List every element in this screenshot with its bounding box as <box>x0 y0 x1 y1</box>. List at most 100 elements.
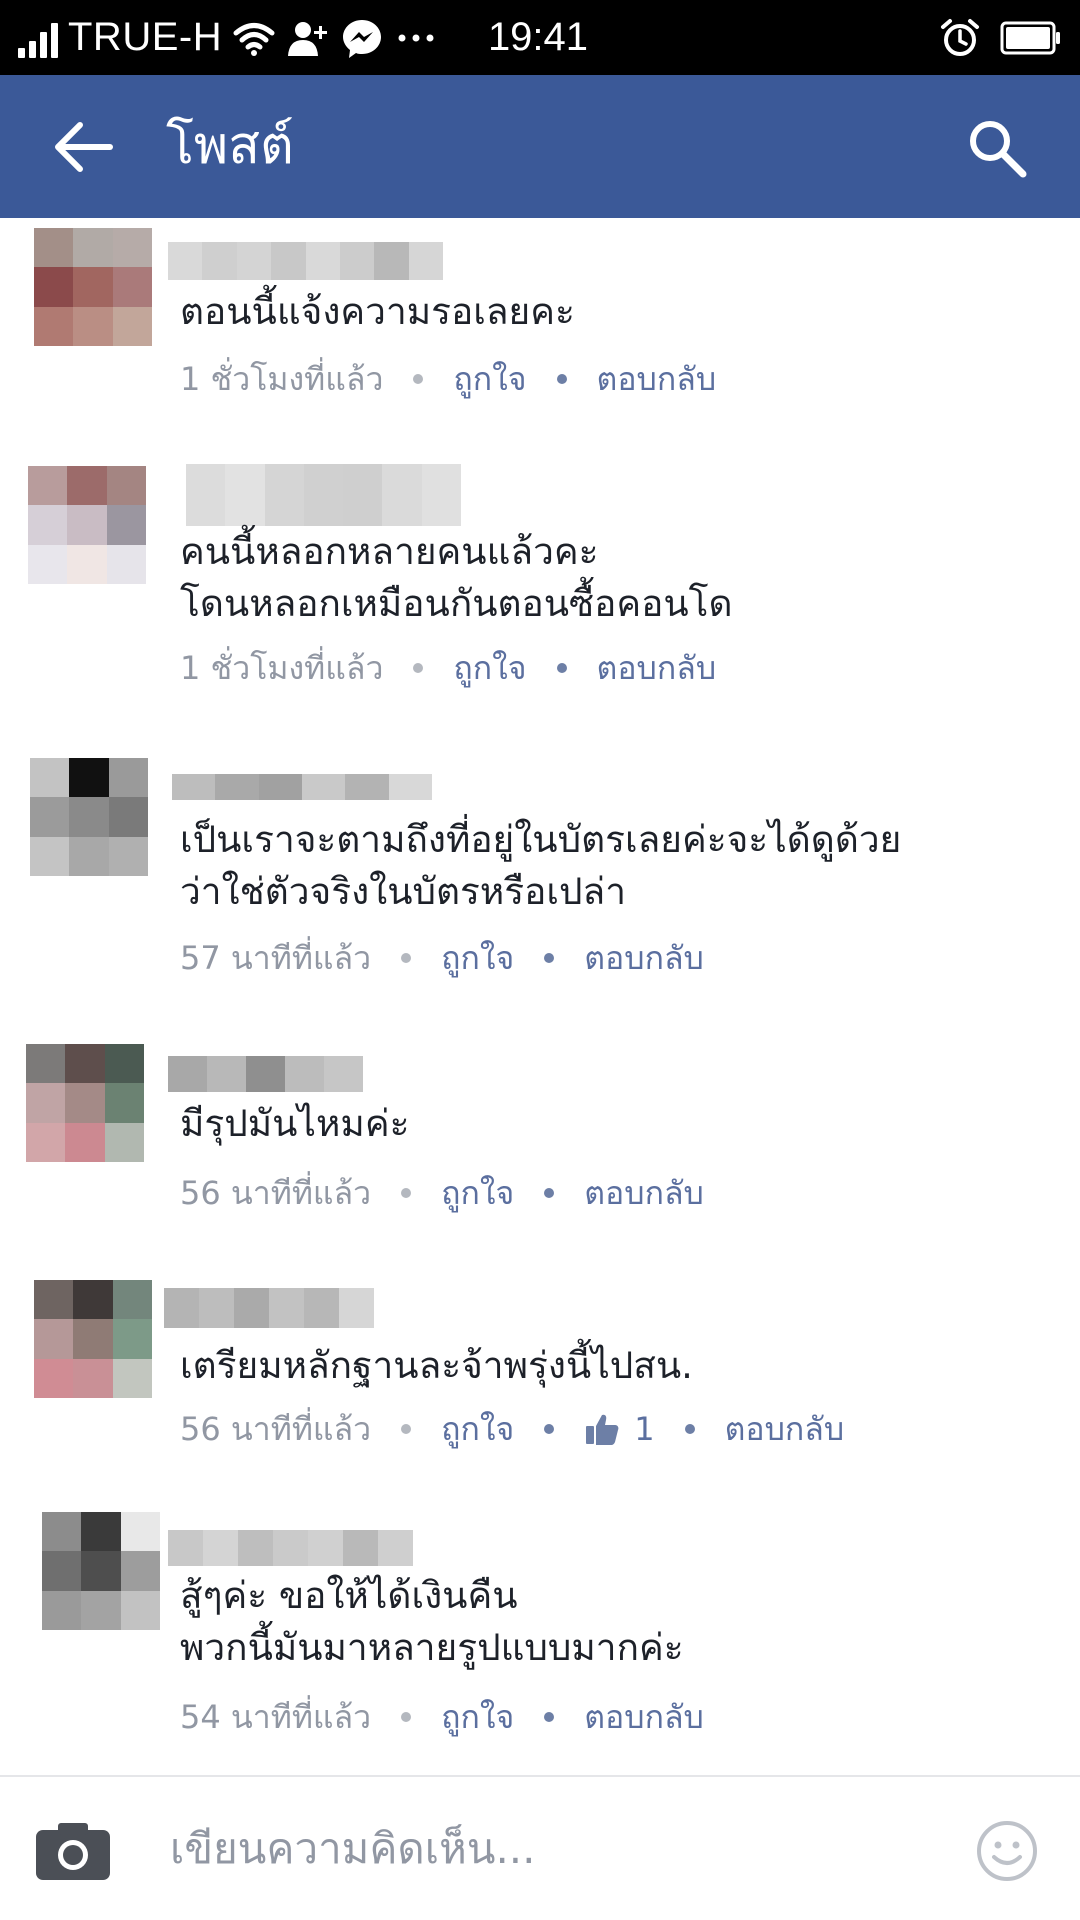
search-icon[interactable] <box>966 117 1028 179</box>
comment-meta: 57 นาทีที่แล้ว ถูกใจ ตอบกลับ <box>180 933 704 983</box>
reply-button[interactable]: ตอบกลับ <box>597 643 717 694</box>
avatar-pixel <box>112 306 152 346</box>
name-pixel <box>305 242 340 280</box>
reply-button[interactable]: ตอบกลับ <box>725 1404 845 1455</box>
name-pixel <box>308 1530 343 1566</box>
name-pixel <box>264 464 304 526</box>
avatar-pixel <box>30 836 70 876</box>
name-pixel <box>421 464 461 526</box>
name-pixel <box>168 242 203 280</box>
commenter-name[interactable] <box>168 242 443 280</box>
avatar-pixel <box>28 505 68 545</box>
like-button[interactable]: ถูกใจ <box>441 933 514 984</box>
avatar-pixel <box>106 505 146 545</box>
reply-button[interactable]: ตอบกลับ <box>584 1692 704 1743</box>
name-pixel <box>203 1530 238 1566</box>
comment-timestamp: 57 นาทีที่แล้ว <box>180 938 372 977</box>
avatar-pixel <box>26 1083 66 1123</box>
like-button[interactable]: ถูกใจ <box>453 354 526 405</box>
avatar-pixel <box>112 1358 152 1398</box>
avatar-pixel <box>108 797 148 837</box>
like-button[interactable]: ถูกใจ <box>441 1692 514 1743</box>
comment-text: เตรียมหลักฐานละจ้าพรุ่งนี้ไปสน. <box>180 1344 693 1387</box>
name-pixel <box>168 1530 203 1566</box>
commenter-name[interactable] <box>164 1288 374 1328</box>
avatar-pixel <box>104 1122 144 1162</box>
avatar-pixel <box>73 1358 113 1398</box>
name-pixel <box>382 464 422 526</box>
avatar[interactable] <box>26 1044 144 1162</box>
camera-icon[interactable] <box>34 1820 112 1882</box>
comment-timestamp: 1 ชั่วโมงที่แล้ว <box>180 359 384 398</box>
status-bar: TRUE-H 19:41 <box>0 0 1080 75</box>
separator-dot <box>401 1712 412 1722</box>
avatar[interactable] <box>34 1280 152 1398</box>
name-pixel <box>388 774 432 800</box>
avatar-pixel <box>26 1122 66 1162</box>
name-pixel <box>285 1056 324 1092</box>
arrow-left-icon[interactable] <box>52 119 116 175</box>
avatar-pixel <box>42 1512 82 1552</box>
separator-dot <box>401 1188 412 1198</box>
separator-dot <box>556 663 567 673</box>
comment-meta: 54 นาทีที่แล้ว ถูกใจ ตอบกลับ <box>180 1692 704 1742</box>
separator-dot <box>544 953 555 963</box>
commenter-name[interactable] <box>168 1530 413 1566</box>
status-time-container: 19:41 <box>0 0 1080 75</box>
smiley-icon[interactable] <box>975 1819 1039 1883</box>
avatar-pixel <box>106 544 146 584</box>
avatar[interactable] <box>28 466 146 584</box>
avatar-pixel <box>67 505 107 545</box>
name-pixel <box>271 242 306 280</box>
like-button[interactable]: ถูกใจ <box>441 1404 514 1455</box>
avatar[interactable] <box>34 228 152 346</box>
name-pixel <box>378 1530 413 1566</box>
comment-timestamp: 56 นาทีที่แล้ว <box>180 1409 372 1448</box>
avatar[interactable] <box>30 758 148 876</box>
name-pixel <box>236 242 272 280</box>
like-button[interactable]: ถูกใจ <box>441 1168 514 1219</box>
avatar[interactable] <box>42 1512 160 1630</box>
avatar-pixel <box>120 1551 160 1591</box>
name-pixel <box>339 242 375 280</box>
app-bar: โพสต์ <box>0 75 1080 218</box>
name-pixel <box>202 242 237 280</box>
like-button[interactable]: ถูกใจ <box>453 643 526 694</box>
like-count[interactable]: 1 <box>584 1410 655 1448</box>
avatar-pixel <box>81 1512 121 1552</box>
comment-text: เป็นเราจะตามถึงที่อยู่ในบัตรเลยค่ะจะได้ด… <box>180 818 902 913</box>
separator-dot <box>401 1424 412 1434</box>
commenter-name[interactable] <box>168 1056 363 1092</box>
avatar-pixel <box>108 836 148 876</box>
comment-timestamp: 1 ชั่วโมงที่แล้ว <box>180 648 384 687</box>
avatar-pixel <box>81 1551 121 1591</box>
avatar-pixel <box>120 1512 160 1552</box>
commenter-name[interactable] <box>186 464 461 526</box>
avatar-pixel <box>34 1358 74 1398</box>
avatar-pixel <box>30 758 70 798</box>
name-pixel <box>168 1056 207 1092</box>
status-right <box>940 0 1062 75</box>
alarm-icon <box>941 18 979 56</box>
avatar-pixel <box>42 1551 82 1591</box>
reply-button[interactable]: ตอบกลับ <box>584 1168 704 1219</box>
separator-dot <box>544 1188 555 1198</box>
avatar-pixel <box>34 1280 74 1320</box>
reply-button[interactable]: ตอบกลับ <box>597 354 717 405</box>
separator-dot <box>413 663 424 673</box>
separator-dot <box>556 374 567 384</box>
avatar-pixel <box>81 1590 121 1630</box>
name-pixel <box>303 464 344 526</box>
comment-timestamp: 54 นาทีที่แล้ว <box>180 1697 372 1736</box>
comment-input[interactable]: เขียนความคิดเห็น... <box>170 1777 536 1920</box>
separator-dot <box>544 1712 555 1722</box>
avatar-pixel <box>120 1590 160 1630</box>
comment-meta: 56 นาทีที่แล้ว ถูกใจ ตอบกลับ <box>180 1168 704 1218</box>
commenter-name[interactable] <box>172 774 432 800</box>
avatar-pixel <box>73 306 113 346</box>
page-title: โพสต์ <box>166 116 294 176</box>
reply-button[interactable]: ตอบกลับ <box>584 933 704 984</box>
avatar-pixel <box>42 1590 82 1630</box>
comment-meta: 1 ชั่วโมงที่แล้ว ถูกใจ ตอบกลับ <box>180 643 716 693</box>
avatar-pixel <box>65 1044 105 1084</box>
